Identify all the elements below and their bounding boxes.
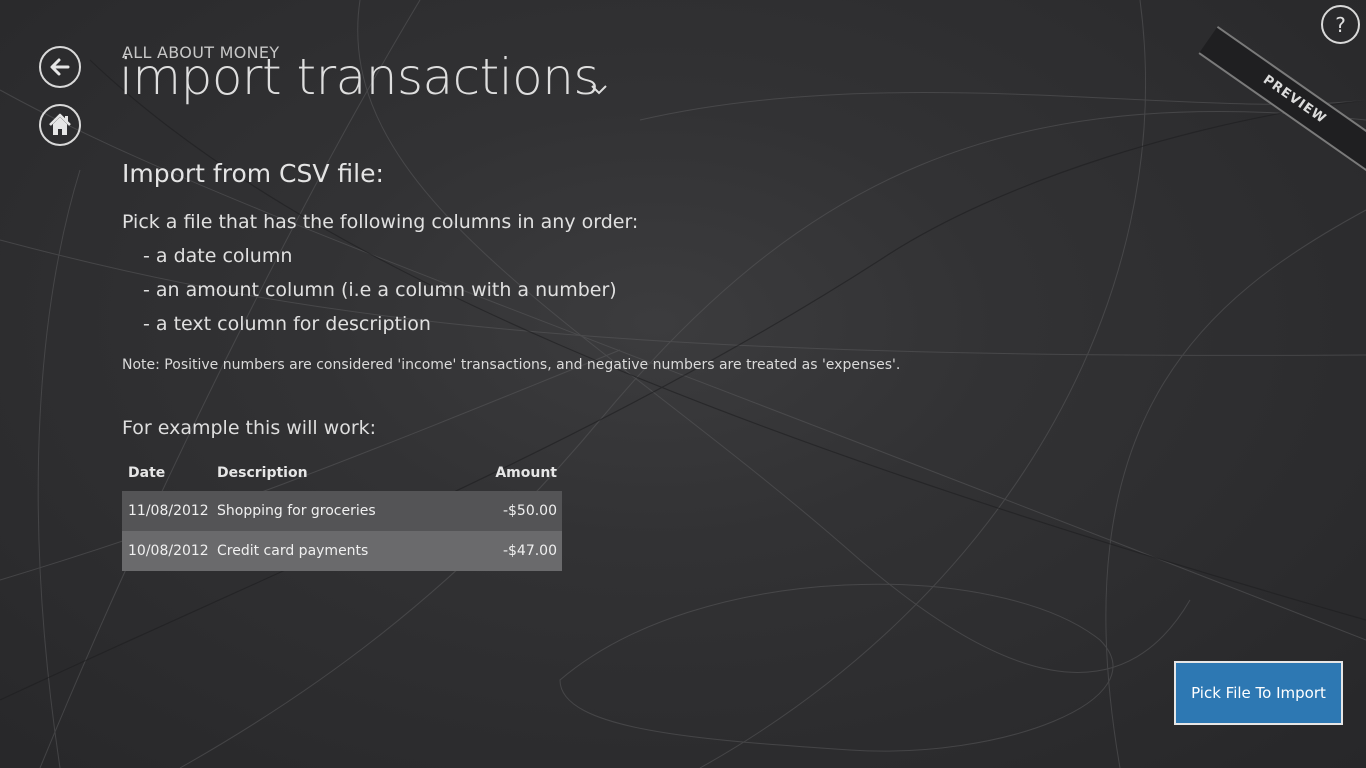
table-row: 10/08/2012 Credit card payments -$47.00 [122,531,562,571]
page-title[interactable]: import transactions [119,48,599,106]
cell-description: Credit card payments [217,543,369,559]
cell-amount: -$47.00 [502,543,557,559]
table-row: 11/08/2012 Shopping for groceries -$50.0… [122,491,562,531]
home-icon [49,113,71,135]
example-table: Date Description Amount 11/08/2012 Shopp… [122,455,562,571]
cell-date: 10/08/2012 [128,543,209,559]
column-header-amount: Amount [495,465,557,481]
column-header-date: Date [128,465,166,481]
requirement-item: - an amount column (i.e a column with a … [143,279,617,301]
background-decoration [0,0,1366,768]
section-heading: Import from CSV file: [122,159,384,188]
requirement-item: - a text column for description [143,313,431,335]
requirement-item: - a date column [143,245,293,267]
back-button[interactable] [39,46,81,88]
help-button[interactable]: ? [1321,5,1360,44]
app-page: PREVIEW ? ALL ABOUT MONEY import transac… [0,0,1366,768]
home-button[interactable] [39,104,81,146]
column-header-description: Description [217,465,308,481]
note-text: Note: Positive numbers are considered 'i… [122,357,901,373]
example-heading: For example this will work: [122,417,377,439]
back-arrow-icon [50,58,70,76]
cell-date: 11/08/2012 [128,503,209,519]
cell-description: Shopping for groceries [217,503,376,519]
cell-amount: -$50.00 [502,503,557,519]
intro-text: Pick a file that has the following colum… [122,211,639,233]
table-header-row: Date Description Amount [122,455,562,491]
pick-file-button[interactable]: Pick File To Import [1174,661,1343,725]
chevron-down-icon[interactable] [589,80,609,100]
